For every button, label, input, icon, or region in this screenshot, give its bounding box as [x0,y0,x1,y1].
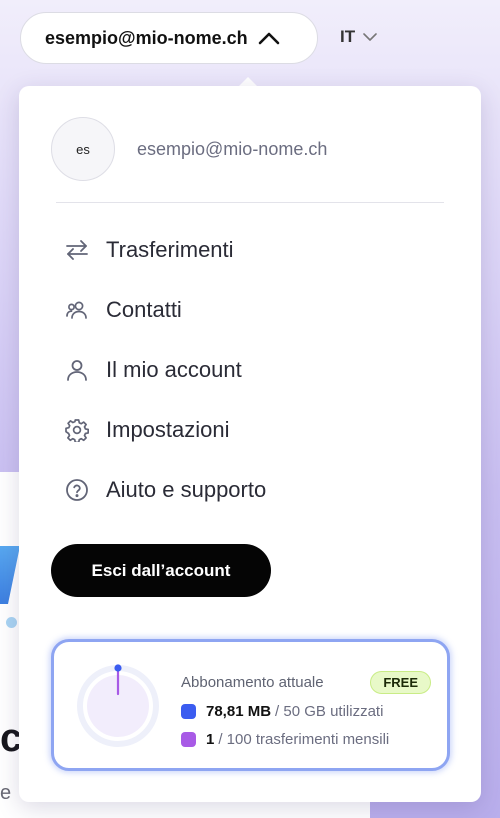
help-circle-icon [64,477,90,503]
gear-icon [64,417,90,443]
menu-item-transfers[interactable]: Trasferimenti [64,220,444,280]
plan-badge: FREE [370,670,431,694]
menu-item-contacts[interactable]: Contatti [64,280,444,340]
contacts-icon [64,297,90,323]
storage-usage: 78,81 MB / 50 GB utilizzati [181,700,431,722]
menu-item-label: Contatti [106,297,182,322]
language-code: IT [340,27,356,46]
menu-item-label: Il mio account [106,357,242,382]
usage-gauge [77,664,159,747]
user-email: esempio@mio-nome.ch [137,138,328,159]
divider [56,202,444,203]
user-icon [64,357,90,383]
transfers-legend-square [181,731,196,747]
avatar: es [51,117,115,181]
plan-title: Abbonamento attuale [181,673,324,691]
logout-button[interactable]: Esci dall’account [51,544,271,597]
storage-indicator [114,664,122,672]
storage-limit: / 50 GB utilizzati [275,702,384,720]
menu-item-label: Impostazioni [106,417,230,442]
transfers-usage: 1 / 100 trasferimenti mensili [181,728,431,750]
user-row: es esempio@mio-nome.ch [51,117,327,181]
account-dropdown: es esempio@mio-nome.ch Trasferimenti Con… [19,86,481,802]
storage-value: 78,81 MB [206,702,272,720]
menu-item-settings[interactable]: Impostazioni [64,400,444,460]
chevron-down-icon [363,32,377,41]
storage-legend-square [181,703,196,719]
account-menu-button[interactable]: esempio@mio-nome.ch [20,12,318,64]
plan-info: Abbonamento attuale FREE 78,81 MB / 50 G… [181,670,431,750]
plan-card[interactable]: Abbonamento attuale FREE 78,81 MB / 50 G… [51,639,450,771]
menu-item-help[interactable]: Aiuto e supporto [64,460,444,520]
transfers-value: 1 [206,730,215,748]
account-email: esempio@mio-nome.ch [45,27,248,48]
chevron-up-icon [258,32,279,45]
language-selector[interactable]: IT [340,27,377,47]
menu-item-label: Aiuto e supporto [106,477,267,502]
background-heading-fragment: c [0,716,20,760]
menu-list: Trasferimenti Contatti Il mio account Im… [64,220,444,520]
background-text-fragment: e [0,782,12,804]
avatar-initials: es [76,141,90,157]
menu-item-account[interactable]: Il mio account [64,340,444,400]
menu-item-label: Trasferimenti [106,237,234,262]
transfers-limit: / 100 trasferimenti mensili [218,730,390,748]
transfer-arrows-icon [64,237,90,263]
background-dot [6,617,17,628]
